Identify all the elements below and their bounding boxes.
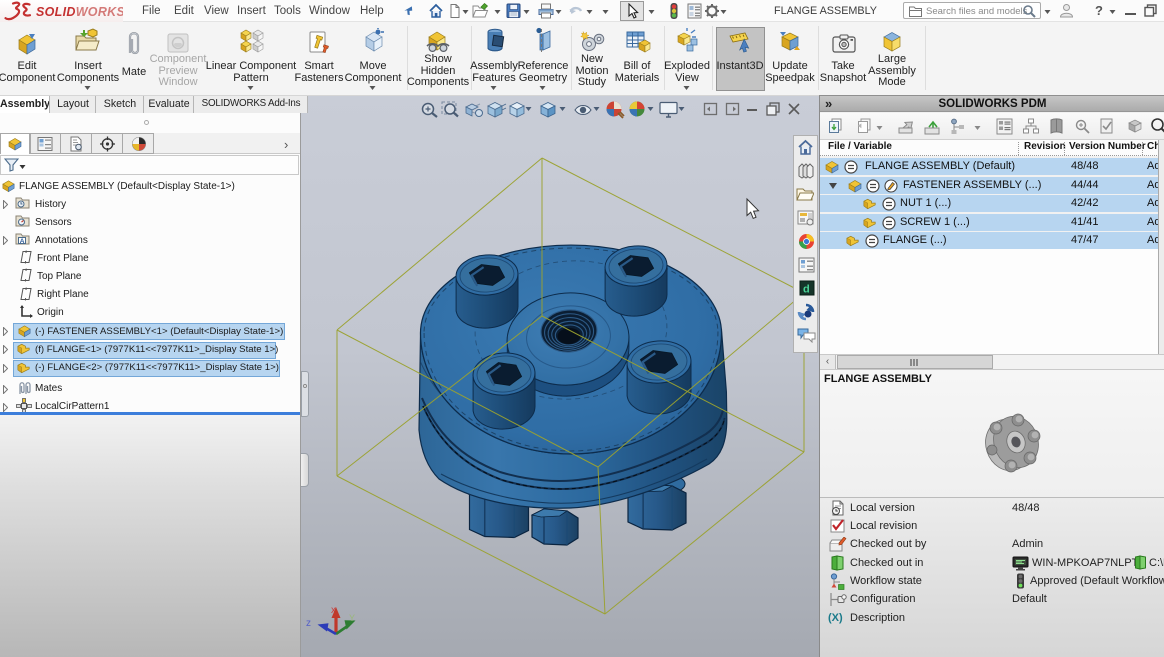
svg-text:d: d [803,284,810,296]
svg-text:A: A [20,238,25,245]
svg-text:Y: Y [349,613,355,623]
svg-text:z: z [306,618,311,629]
svg-text:SOLIDWORKS: SOLIDWORKS [36,5,123,19]
